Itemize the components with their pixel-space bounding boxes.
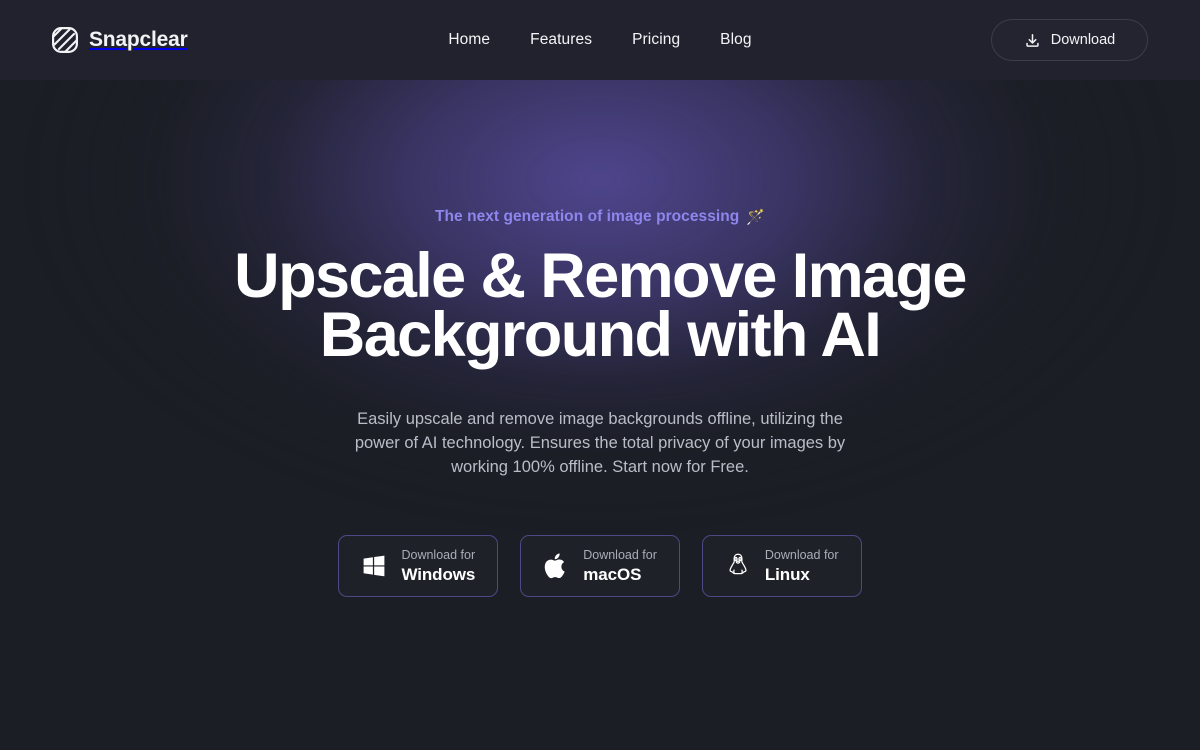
download-macos-button[interactable]: Download for macOS: [520, 535, 680, 597]
download-linux-os: Linux: [764, 565, 810, 585]
hero-section: The next generation of image processing …: [0, 80, 1200, 750]
site-header: Snapclear Home Features Pricing Blog Dow…: [0, 0, 1200, 80]
hero-content: The next generation of image processing …: [0, 80, 1200, 597]
nav-link-blog[interactable]: Blog: [720, 31, 751, 49]
windows-icon: [364, 555, 385, 577]
download-macos-text: Download for macOS: [583, 549, 657, 584]
hero-headline: Upscale & Remove Image Background with A…: [234, 241, 967, 370]
main-nav: Home Features Pricing Blog: [448, 31, 751, 49]
download-windows-button[interactable]: Download for Windows: [338, 535, 499, 597]
landing-page: Snapclear Home Features Pricing Blog Dow…: [0, 0, 1200, 750]
nav-link-pricing[interactable]: Pricing: [632, 31, 680, 49]
header-download-label: Download: [1050, 32, 1116, 48]
download-windows-text: Download for Windows: [401, 549, 475, 584]
download-button-group: Download for Windows Download for macOS: [338, 535, 862, 597]
download-windows-os: Windows: [401, 565, 476, 585]
download-linux-button[interactable]: Download for Linux: [701, 535, 862, 597]
brand-name: Snapclear: [89, 28, 188, 51]
download-macos-os: macOS: [583, 565, 642, 585]
download-linux-text: Download for Linux: [765, 549, 839, 584]
brand-logo[interactable]: Snapclear: [52, 27, 188, 53]
hero-subheadline: Easily upscale and remove image backgrou…: [354, 410, 846, 476]
download-macos-prelabel: Download for: [583, 547, 657, 562]
linux-tux-icon: [729, 553, 747, 575]
magic-wand-emoji: 🪄: [746, 208, 765, 226]
download-icon: [1026, 33, 1039, 47]
apple-icon: [544, 553, 565, 579]
hero-eyebrow: The next generation of image processing …: [435, 208, 765, 226]
hero-eyebrow-text: The next generation of image processing: [435, 208, 740, 225]
nav-link-features[interactable]: Features: [530, 31, 592, 49]
header-download-button[interactable]: Download: [991, 19, 1148, 61]
nav-link-home[interactable]: Home: [448, 31, 490, 49]
download-linux-prelabel: Download for: [764, 547, 839, 562]
striped-rounded-square-logo-icon: [52, 27, 78, 53]
download-windows-prelabel: Download for: [401, 547, 476, 562]
